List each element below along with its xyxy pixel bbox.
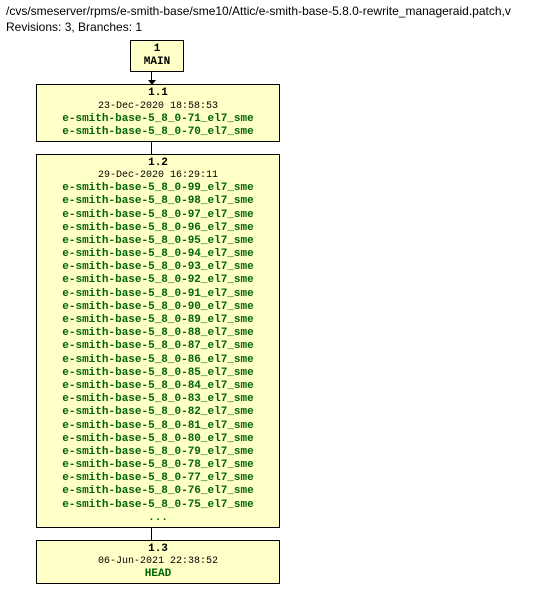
revision-date: 23-Dec-2020 18:58:53 bbox=[43, 101, 273, 113]
revision-tag: e-smith-base-5_8_0-87_el7_sme bbox=[43, 340, 273, 353]
revision-tag: HEAD bbox=[43, 568, 273, 581]
branch-name: MAIN bbox=[137, 56, 177, 69]
revision-node-1.1[interactable]: 1.1 23-Dec-2020 18:58:53 e-smith-base-5_… bbox=[36, 84, 280, 142]
file-path: /cvs/smeserver/rpms/e-smith-base/sme10/A… bbox=[6, 4, 554, 18]
revision-tag: e-smith-base-5_8_0-82_el7_sme bbox=[43, 406, 273, 419]
revision-tag: e-smith-base-5_8_0-84_el7_sme bbox=[43, 380, 273, 393]
revision-number: 1.1 bbox=[43, 87, 273, 100]
revision-tag: e-smith-base-5_8_0-93_el7_sme bbox=[43, 261, 273, 274]
revision-tag: e-smith-base-5_8_0-89_el7_sme bbox=[43, 314, 273, 327]
revision-tag: e-smith-base-5_8_0-78_el7_sme bbox=[43, 459, 273, 472]
revision-node-1.2[interactable]: 1.2 29-Dec-2020 16:29:11 e-smith-base-5_… bbox=[36, 154, 280, 528]
edge-1.2-to-1.3 bbox=[151, 528, 152, 540]
revision-tag: e-smith-base-5_8_0-91_el7_sme bbox=[43, 288, 273, 301]
revision-tag: e-smith-base-5_8_0-88_el7_sme bbox=[43, 327, 273, 340]
edge-main-to-1.1 bbox=[151, 72, 152, 84]
revision-tag: e-smith-base-5_8_0-80_el7_sme bbox=[43, 433, 273, 446]
revision-date: 06-Jun-2021 22:38:52 bbox=[43, 556, 273, 568]
edge-1.1-to-1.2 bbox=[151, 142, 152, 154]
revision-tag: e-smith-base-5_8_0-85_el7_sme bbox=[43, 367, 273, 380]
revision-tag: e-smith-base-5_8_0-76_el7_sme bbox=[43, 485, 273, 498]
revision-tag: e-smith-base-5_8_0-90_el7_sme bbox=[43, 301, 273, 314]
branch-index: 1 bbox=[137, 43, 177, 56]
file-header: /cvs/smeserver/rpms/e-smith-base/sme10/A… bbox=[0, 0, 560, 36]
revision-tag: e-smith-base-5_8_0-92_el7_sme bbox=[43, 274, 273, 287]
revision-summary: Revisions: 3, Branches: 1 bbox=[6, 20, 554, 34]
revision-tag: e-smith-base-5_8_0-97_el7_sme bbox=[43, 209, 273, 222]
revision-tag: e-smith-base-5_8_0-81_el7_sme bbox=[43, 420, 273, 433]
revision-number: 1.2 bbox=[43, 157, 273, 170]
revision-tag: e-smith-base-5_8_0-79_el7_sme bbox=[43, 446, 273, 459]
revision-tag: e-smith-base-5_8_0-70_el7_sme bbox=[43, 126, 273, 139]
revision-date: 29-Dec-2020 16:29:11 bbox=[43, 170, 273, 182]
revision-number: 1.3 bbox=[43, 543, 273, 556]
revision-tag: e-smith-base-5_8_0-75_el7_sme bbox=[43, 499, 273, 512]
revision-tag: e-smith-base-5_8_0-99_el7_sme bbox=[43, 182, 273, 195]
revision-tag: e-smith-base-5_8_0-98_el7_sme bbox=[43, 195, 273, 208]
more-tags-ellipsis: ... bbox=[43, 512, 273, 525]
revision-tag: e-smith-base-5_8_0-95_el7_sme bbox=[43, 235, 273, 248]
revision-graph: 1 MAIN 1.1 23-Dec-2020 18:58:53 e-smith-… bbox=[0, 40, 560, 584]
revision-tag: e-smith-base-5_8_0-83_el7_sme bbox=[43, 393, 273, 406]
branch-node-main[interactable]: 1 MAIN bbox=[130, 40, 184, 72]
revision-tag: e-smith-base-5_8_0-96_el7_sme bbox=[43, 222, 273, 235]
revision-tag: e-smith-base-5_8_0-71_el7_sme bbox=[43, 113, 273, 126]
revision-tag: e-smith-base-5_8_0-86_el7_sme bbox=[43, 354, 273, 367]
revision-tag: e-smith-base-5_8_0-77_el7_sme bbox=[43, 472, 273, 485]
revision-tag: e-smith-base-5_8_0-94_el7_sme bbox=[43, 248, 273, 261]
revision-node-1.3[interactable]: 1.3 06-Jun-2021 22:38:52 HEAD bbox=[36, 540, 280, 584]
